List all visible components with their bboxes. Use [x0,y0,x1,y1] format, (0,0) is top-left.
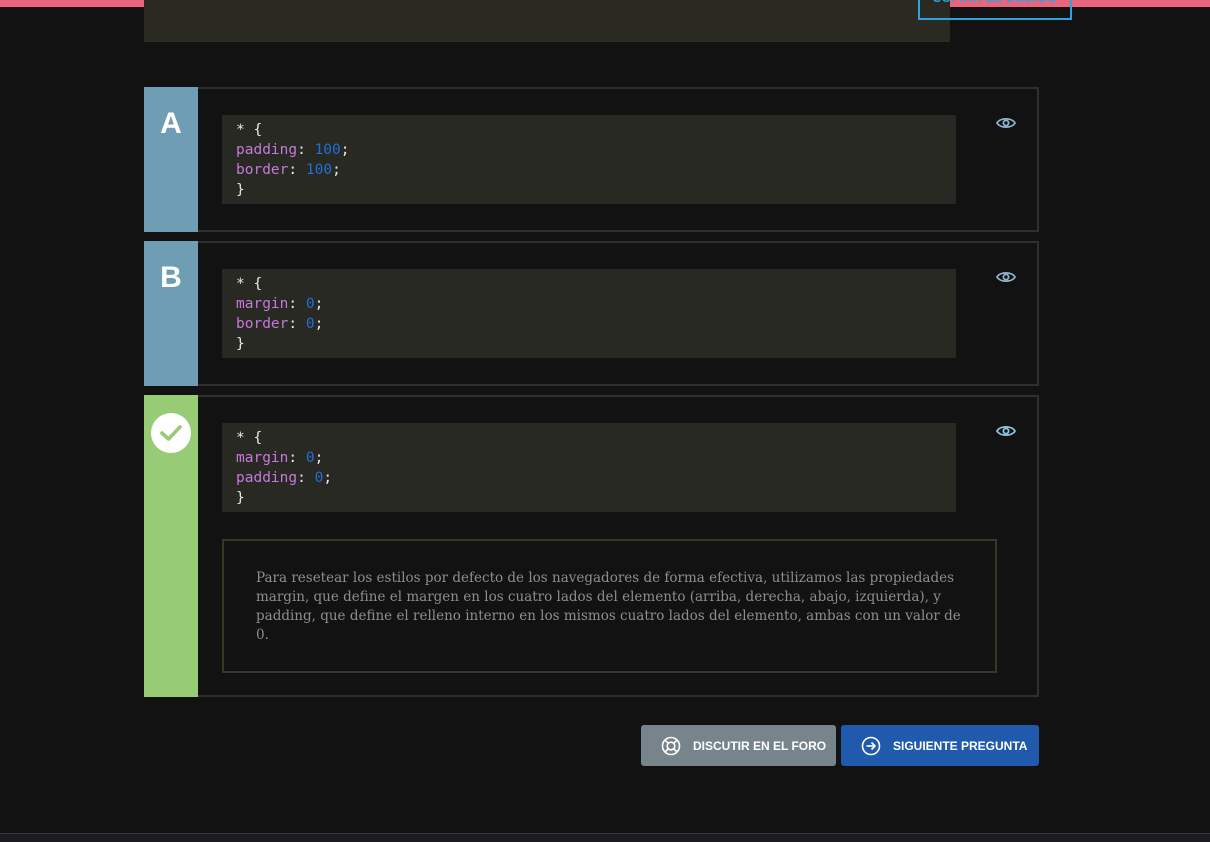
copy-code-button[interactable]: COPIAR EL CÓDIGO [918,0,1072,20]
lifebuoy-icon [661,736,681,755]
correct-answer-bar [144,395,198,697]
eye-icon[interactable] [996,423,1016,439]
code-block: * { padding: 100; border: 100; } [222,115,956,204]
code-property: border [236,162,289,178]
answer-option-c-correct[interactable]: * { margin: 0; padding: 0; } Para resete… [144,395,1039,697]
code-value: 0 [314,470,324,486]
code-close: } [236,336,245,352]
eye-icon[interactable] [996,269,1016,285]
arrow-right-circle-icon [861,736,881,755]
question-code-panel: COPIAR EL CÓDIGO [144,0,1072,42]
next-question-button[interactable]: SIGUIENTE PREGUNTA [841,725,1039,766]
code-selector: * { [236,122,263,138]
answer-explanation: Para resetear los estilos por defecto de… [222,539,997,673]
answer-option-b[interactable]: B * { margin: 0; border: 0; } [144,241,1039,386]
code-selector: * { [236,276,263,292]
code-property: margin [236,296,289,312]
code-property: padding [236,470,298,486]
discuss-forum-button[interactable]: DISCUTIR EN EL FORO [641,725,836,766]
code-value: 0 [305,316,315,332]
code-value: 0 [305,450,315,466]
discuss-forum-label: DISCUTIR EN EL FORO [693,738,827,753]
code-property: margin [236,450,289,466]
code-selector: * { [236,430,263,446]
code-property: padding [236,142,298,158]
code-property: border [236,316,289,332]
code-block: * { margin: 0; padding: 0; } [222,423,956,512]
code-close: } [236,182,245,198]
code-close: } [236,490,245,506]
option-letter-bar: A [144,87,198,232]
eye-icon[interactable] [996,115,1016,131]
answer-option-a[interactable]: A * { padding: 100; border: 100; } [144,87,1039,232]
code-block: * { margin: 0; border: 0; } [222,269,956,358]
option-letter: A [160,107,182,140]
option-letter-bar: B [144,241,198,386]
code-value: 100 [305,162,333,178]
code-value: 0 [305,296,315,312]
next-question-label: SIGUIENTE PREGUNTA [893,738,1028,753]
check-icon [151,413,191,453]
option-letter: B [160,261,182,294]
code-value: 100 [314,142,341,158]
